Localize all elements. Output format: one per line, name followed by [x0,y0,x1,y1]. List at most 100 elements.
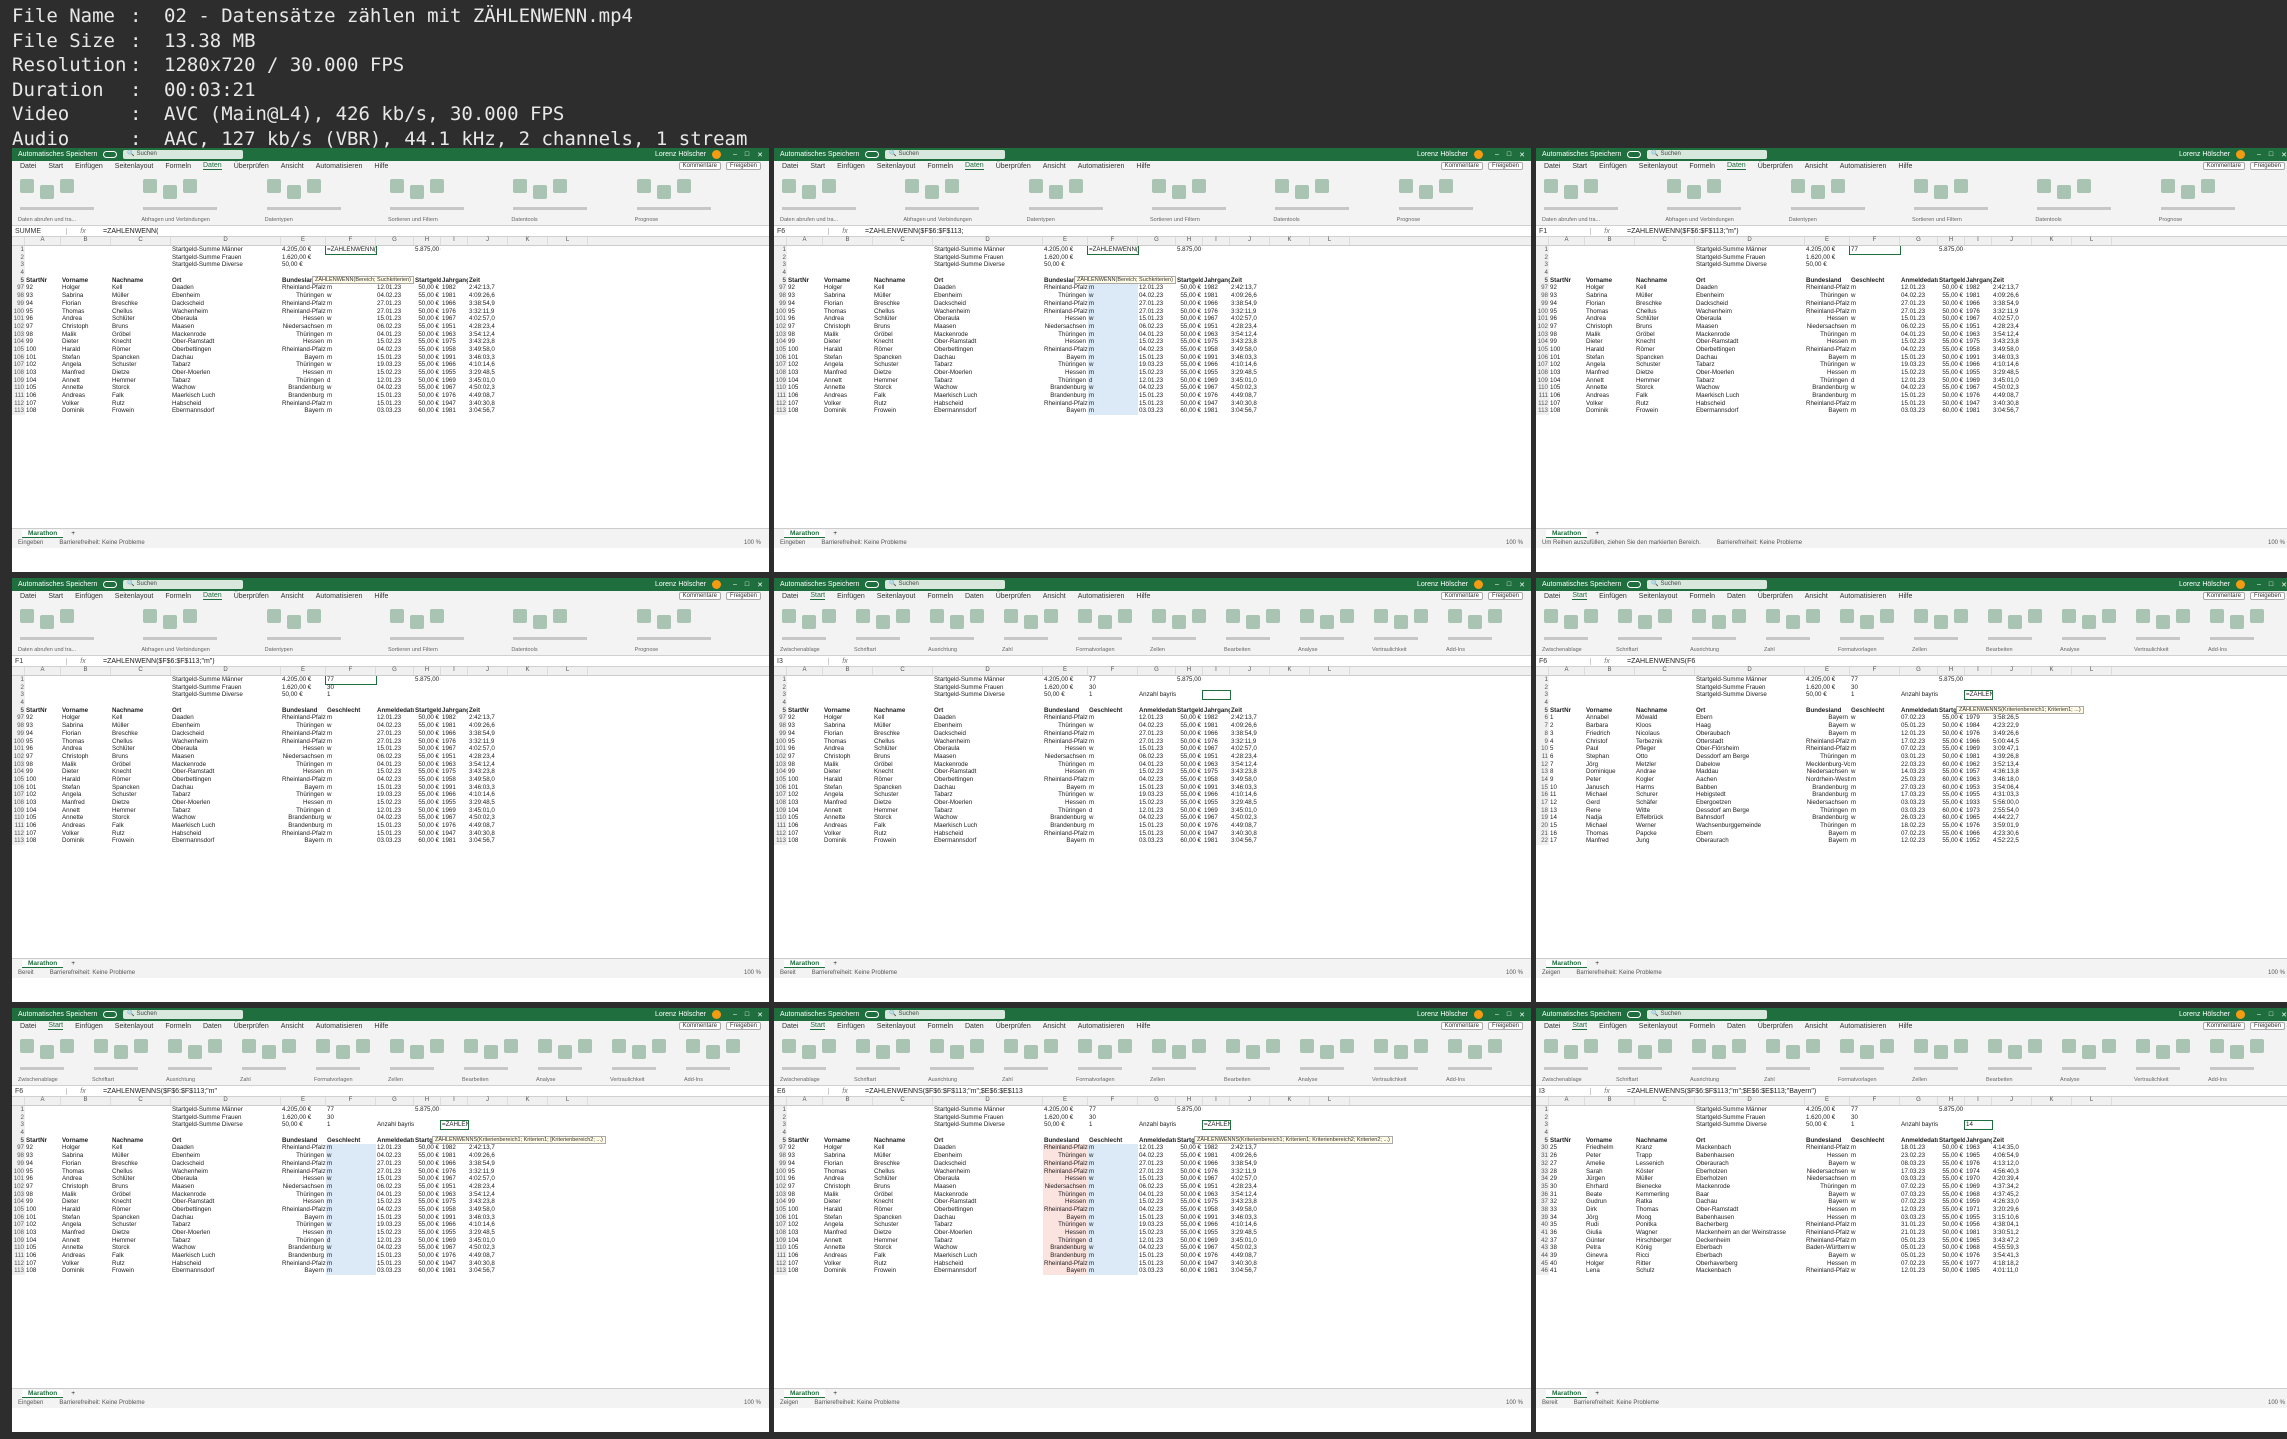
cell[interactable]: Wachow [933,1244,1043,1252]
cell[interactable]: 107 [25,830,61,838]
ribbon-tool-icon[interactable] [430,179,444,193]
cell[interactable]: 55,00 € [1176,361,1203,369]
cell[interactable]: m [1088,369,1138,377]
cell[interactable]: 1982 [441,1144,468,1152]
cell[interactable]: Babenhausen [1695,1214,1805,1222]
cell[interactable]: 4.205,00 € [281,246,326,254]
cell[interactable]: 105 [25,1244,61,1252]
cell[interactable]: Rheinland-Pfalz [281,1206,326,1214]
cell[interactable]: 4:02:57,0 [1992,315,2032,323]
cell[interactable] [2032,1198,2072,1206]
cell[interactable] [1230,684,1270,692]
cell[interactable]: m [326,1213,376,1222]
cell[interactable]: 12 [1549,799,1585,807]
cell[interactable]: Thüringen [1043,377,1088,385]
cell[interactable]: 1976 [441,822,468,830]
cell[interactable]: Mackenrode [933,761,1043,769]
ribbon-tool-icon[interactable] [2028,1039,2042,1053]
column-header[interactable]: L [1310,1097,1350,1105]
cell[interactable]: 102 [787,361,823,369]
cell[interactable]: 105 [787,1244,823,1252]
cell[interactable]: Stefan [61,354,111,362]
ribbon-tool-icon[interactable] [1068,179,1083,193]
menu-tab-einfügen[interactable]: Einfügen [837,1023,865,1030]
ribbon-tool-icon[interactable] [1544,179,1558,193]
cell[interactable]: 1.620,00 € [1805,1114,1850,1122]
cell[interactable] [548,1206,588,1214]
cell[interactable]: Maasen [933,753,1043,761]
cell[interactable] [2032,1260,2072,1268]
cell[interactable]: Manfred [1585,837,1635,845]
cell[interactable] [25,1121,61,1129]
cell[interactable]: Rutz [873,830,933,838]
cell[interactable]: Römer [873,1206,933,1214]
cell[interactable] [1088,1129,1138,1137]
cell[interactable]: 3:29:48,5 [468,799,508,807]
menu-tab-automatisieren[interactable]: Automatisieren [1078,163,1125,170]
maximize-icon[interactable]: □ [1507,581,1511,589]
cell[interactable]: 99 [787,768,823,776]
cell[interactable]: 4:49:08,7 [1230,1252,1270,1260]
cell[interactable]: Chellus [111,738,171,746]
cell[interactable]: 50,00 € [414,377,441,385]
cell[interactable]: 50,00 € [1938,1244,1965,1252]
cell[interactable]: Manfred [61,369,111,377]
cell[interactable]: m [1850,822,1900,830]
cell[interactable] [873,676,933,684]
cell[interactable] [1310,323,1350,331]
ribbon-tool-icon[interactable] [1028,179,1043,193]
cell[interactable] [1549,684,1585,692]
cell[interactable]: Rheinland-Pfalz [281,1160,326,1168]
cell[interactable]: 3:30:51,2 [1992,1229,2032,1237]
menu-tab-datei[interactable]: Datei [782,1023,798,1030]
cell[interactable] [1270,753,1310,761]
cell[interactable]: Rheinland-Pfalz [281,284,326,292]
cell[interactable]: Eberbach [1695,1252,1805,1260]
cell[interactable]: 95 [787,308,823,316]
cell[interactable] [326,261,376,269]
cell[interactable] [2072,254,2112,262]
cell[interactable]: 4.205,00 € [281,1106,326,1114]
cell[interactable] [25,269,61,277]
cell[interactable]: 1955 [1965,791,1992,799]
cell[interactable]: 5.875,00 € [1176,676,1203,684]
cell[interactable]: Bundesland [281,707,326,715]
cell[interactable]: 50,00 € [1938,753,1965,761]
cell[interactable] [508,300,548,308]
cell[interactable] [548,354,588,362]
cell[interactable]: Rheinland-Pfalz [1043,830,1088,838]
cell[interactable]: Harald [1585,346,1635,354]
cell[interactable]: 04.01.23 [1138,331,1176,339]
cell[interactable]: Oberbettingen [171,776,281,784]
cell[interactable]: m [1088,338,1138,346]
comments-button[interactable]: Kommentare [1440,162,1483,170]
cell[interactable]: Hessen [1805,369,1850,377]
cell[interactable]: 95 [787,738,823,746]
cell[interactable]: 26.03.23 [1900,814,1938,822]
cell[interactable]: 108 [787,837,823,845]
cell[interactable]: König [1635,1244,1695,1252]
cell[interactable] [2032,830,2072,838]
ribbon-tool-icon[interactable] [356,1039,370,1053]
cell[interactable] [508,1106,548,1114]
cell[interactable] [548,753,588,761]
cell[interactable]: 50,00 € [1043,1121,1088,1129]
cell[interactable]: Maerkisch Luch [1695,392,1805,400]
cell[interactable]: 55,00 € [1938,830,1965,838]
cell[interactable]: 50,00 € [1938,392,1965,400]
ribbon-tool-icon[interactable] [60,179,74,193]
cell[interactable]: Dackscheid [933,1160,1043,1168]
cell[interactable]: Daaden [171,714,281,722]
cell[interactable]: Hessen [281,1198,326,1206]
column-header[interactable]: D [1695,667,1805,675]
cell[interactable]: 4:38:04,1 [1992,1221,2032,1229]
cell[interactable]: 1968 [1965,1244,1992,1252]
cell[interactable]: 100 [787,346,823,354]
cell[interactable]: 50,00 € [1176,807,1203,815]
cell[interactable]: Stefan [61,784,111,792]
column-header[interactable]: H [414,667,441,675]
cell[interactable] [1310,761,1350,769]
cell[interactable] [1635,699,1695,707]
cell[interactable] [1310,377,1350,385]
cell[interactable] [823,261,873,269]
